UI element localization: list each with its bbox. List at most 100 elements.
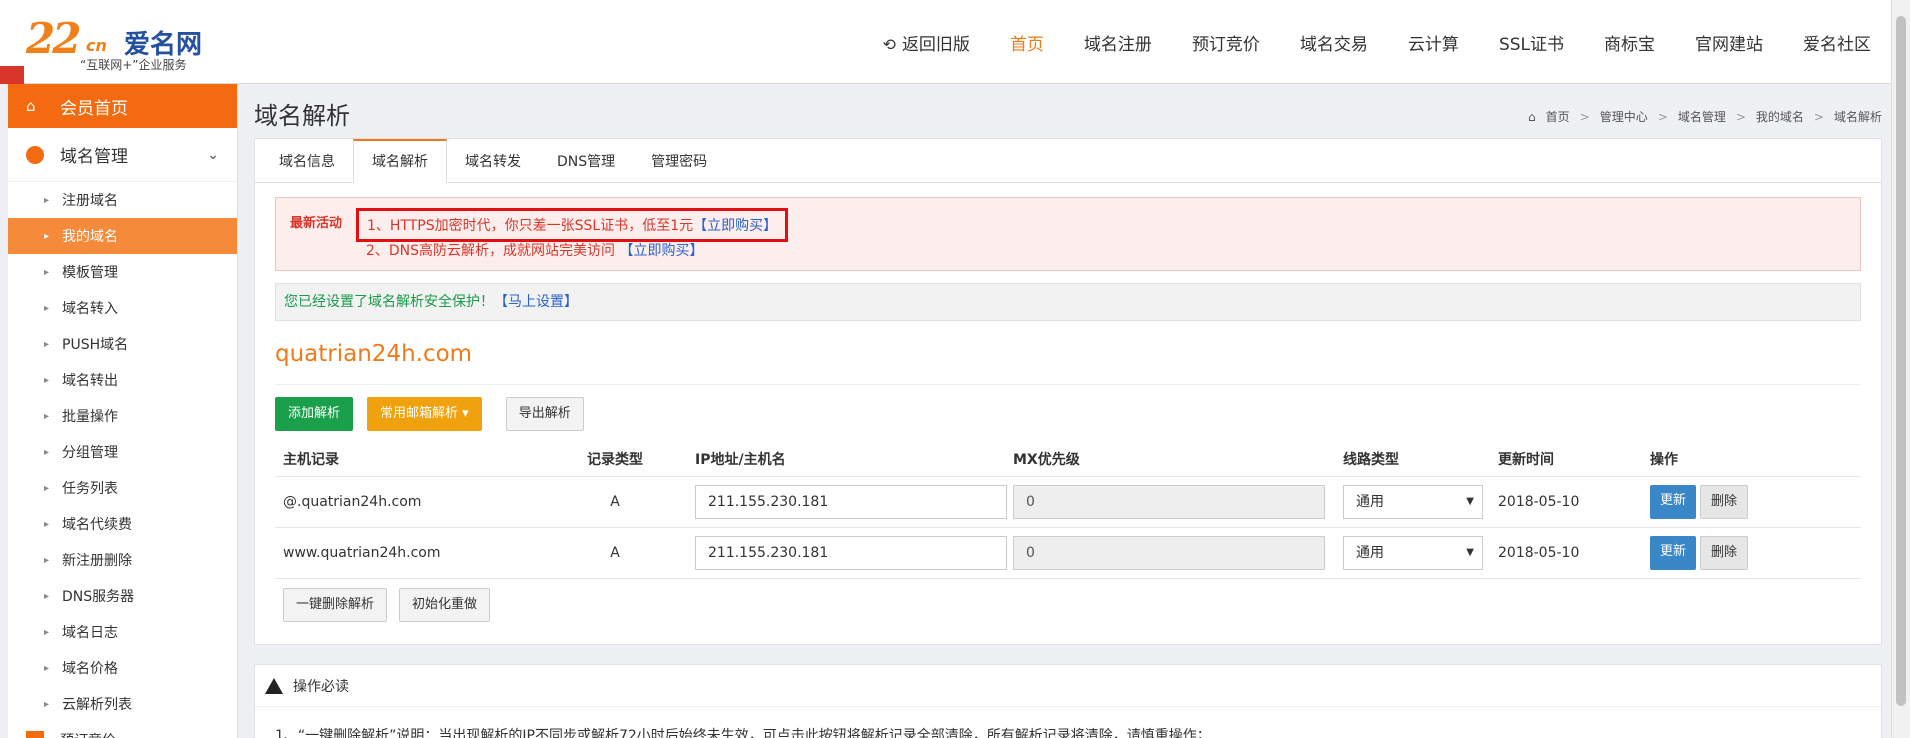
caret-right-icon: ▸ (44, 590, 50, 602)
site-logo[interactable]: 22 cn 爱名网 “互联网+”企业服务 (22, 14, 222, 72)
sidebar-group-domain-manage[interactable]: 域名管理 ⌄ (8, 128, 237, 182)
breadcrumb-item[interactable]: 域名管理 (1678, 108, 1726, 125)
sidebar-item-label: PUSH域名 (62, 337, 129, 353)
line-select[interactable]: 通用 ▼ (1343, 536, 1483, 570)
add-record-button[interactable]: 添加解析 (275, 397, 354, 431)
sidebar-item-renew[interactable]: ▸ 域名代续费 (8, 506, 237, 542)
nav-ssl[interactable]: SSL证书 (1479, 30, 1584, 55)
main-nav: ⟲ 返回旧版 首页 域名注册 预订竞价 域名交易 云计算 SSL证书 商标宝 官网… (863, 0, 1891, 84)
sidebar-home[interactable]: ⌂ 会员首页 (8, 84, 237, 128)
export-button[interactable]: 导出解析 (505, 397, 584, 431)
logo-suffix: cn (86, 36, 107, 55)
breadcrumb-sep: > (1657, 109, 1668, 124)
globe-icon (26, 145, 44, 164)
promo-line-dns: 2、DNS高防云解析，成就网站完美访问 【立即购买】 (366, 240, 704, 260)
sidebar-item-transfer-in[interactable]: ▸ 域名转入 (8, 290, 237, 326)
sidebar-item-groups[interactable]: ▸ 分组管理 (8, 434, 237, 470)
sidebar-item-logs[interactable]: ▸ 域名日志 (8, 614, 237, 650)
ip-input[interactable]: 211.155.230.181 (695, 485, 1007, 519)
sidebar-item-label: 模板管理 (62, 265, 118, 281)
security-text: 您已经设置了域名解析安全保护！ (284, 294, 494, 310)
sidebar: ⌂ 会员首页 域名管理 ⌄ ▸ 注册域名 ▸ 我的域名 ▸ 模板管理 ▸ 域名转入 ▸ P… (8, 84, 238, 738)
sidebar-item-cloud-dns[interactable]: ▸ 云解析列表 (8, 686, 237, 722)
nav-back-label: 返回旧版 (901, 34, 970, 55)
chevron-down-icon: ⌄ (207, 146, 219, 163)
sidebar-item-transfer-out[interactable]: ▸ 域名转出 (8, 362, 237, 398)
date-cell: 2018-05-10 (1498, 494, 1580, 510)
col-date: 更新时间 (1498, 451, 1554, 468)
nav-website-build[interactable]: 官网建站 (1675, 30, 1783, 55)
tab-domain-info[interactable]: 域名信息 (261, 139, 353, 183)
mail-resolve-dropdown[interactable]: 常用邮箱解析 ▾ (367, 397, 482, 431)
nav-home[interactable]: 首页 (990, 30, 1064, 55)
promo-alert: 最新活动 1、HTTPS加密时代，你只差一张SSL证书，低至1元【立即购买】 2… (275, 197, 1861, 271)
nav-domain-trade[interactable]: 域名交易 (1280, 30, 1388, 55)
sidebar-item-label: 我的域名 (62, 229, 118, 245)
security-setup-link[interactable]: 【马上设置】 (494, 294, 578, 310)
sidebar-item-register[interactable]: ▸ 注册域名 (8, 182, 237, 218)
update-button[interactable]: 更新 (1650, 536, 1697, 570)
tab-manage-password[interactable]: 管理密码 (633, 139, 725, 183)
notice-text: 1、“一键删除解析”说明：当出现解析的IP不同步或解析72小时后始终未生效，可点… (275, 728, 1211, 738)
nav-reserve-bid[interactable]: 预订竞价 (1172, 30, 1280, 55)
col-actions: 操作 (1650, 451, 1678, 468)
sidebar-item-push[interactable]: ▸ PUSH域名 (8, 326, 237, 362)
sidebar-item-label: 域名转出 (62, 373, 118, 389)
mx-input: 0 (1013, 485, 1325, 519)
caret-right-icon: ▸ (44, 230, 50, 242)
sidebar-item-dns-servers[interactable]: ▸ DNS服务器 (8, 578, 237, 614)
notice-header: 操作必读 (255, 665, 1881, 707)
caret-right-icon: ▸ (44, 698, 50, 710)
promo-line-ssl: 1、HTTPS加密时代，你只差一张SSL证书，低至1元【立即购买】 (356, 208, 789, 242)
tab-domain-forward[interactable]: 域名转发 (447, 139, 539, 183)
type-cell: A (610, 494, 620, 510)
breadcrumb-item[interactable]: 管理中心 (1600, 108, 1648, 125)
breadcrumb-sep: > (1813, 109, 1824, 124)
sidebar-item-tasks[interactable]: ▸ 任务列表 (8, 470, 237, 506)
sidebar-item-my-domains[interactable]: ▸ 我的域名 (8, 218, 237, 254)
nav-back-old-version[interactable]: ⟲ 返回旧版 (863, 30, 990, 55)
delete-button[interactable]: 删除 (1700, 485, 1749, 519)
line-select[interactable]: 通用 ▼ (1343, 485, 1483, 519)
nav-trademark[interactable]: 商标宝 (1584, 30, 1675, 55)
ip-input[interactable]: 211.155.230.181 (695, 536, 1007, 570)
update-button[interactable]: 更新 (1650, 485, 1697, 519)
host-cell: www.quatrian24h.com (283, 545, 441, 561)
date-cell: 2018-05-10 (1498, 545, 1580, 561)
delete-button[interactable]: 删除 (1700, 536, 1749, 570)
refresh-icon: ⟲ (882, 34, 896, 54)
delete-all-button[interactable]: 一键删除解析 (283, 588, 388, 622)
caret-down-icon: ▾ (462, 406, 469, 421)
caret-right-icon: ▸ (44, 446, 50, 458)
promo-buy-link[interactable]: 【立即购买】 (620, 243, 704, 259)
reset-button[interactable]: 初始化重做 (399, 588, 491, 622)
tab-dns-manage[interactable]: DNS管理 (539, 139, 633, 183)
sidebar-group-label: 预订竞价 (60, 730, 116, 738)
sidebar-item-label: 域名代续费 (62, 517, 132, 533)
caret-right-icon: ▸ (44, 662, 50, 674)
sidebar-item-new-delete[interactable]: ▸ 新注册删除 (8, 542, 237, 578)
sidebar-item-batch[interactable]: ▸ 批量操作 (8, 398, 237, 434)
sidebar-item-label: 批量操作 (62, 409, 118, 425)
edge-decoration (0, 66, 24, 84)
nav-domain-register[interactable]: 域名注册 (1064, 30, 1172, 55)
col-host: 主机记录 (283, 451, 339, 468)
nav-community[interactable]: 爱名社区 (1783, 30, 1891, 55)
page-scrollbar[interactable] (1891, 0, 1910, 738)
promo-buy-link[interactable]: 【立即购买】 (693, 218, 777, 234)
scrollbar-thumb[interactable] (1896, 16, 1906, 706)
sidebar-item-prices[interactable]: ▸ 域名价格 (8, 650, 237, 686)
line-select-value: 通用 (1356, 494, 1384, 510)
type-cell: A (610, 545, 620, 561)
nav-cloud[interactable]: 云计算 (1388, 30, 1479, 55)
sidebar-group-next[interactable]: 预订竞价 (8, 722, 237, 738)
breadcrumb-item[interactable]: 首页 (1546, 108, 1570, 125)
sidebar-item-label: 新注册删除 (62, 553, 132, 569)
breadcrumb-item[interactable]: 我的域名 (1756, 108, 1804, 125)
host-cell: @.quatrian24h.com (283, 494, 422, 510)
col-mx: MX优先级 (1013, 451, 1080, 468)
sidebar-item-templates[interactable]: ▸ 模板管理 (8, 254, 237, 290)
tab-domain-dns[interactable]: 域名解析 (353, 139, 447, 184)
logo-number: 22 (26, 14, 81, 63)
promo-text: 2、DNS高防云解析，成就网站完美访问 (366, 243, 616, 259)
